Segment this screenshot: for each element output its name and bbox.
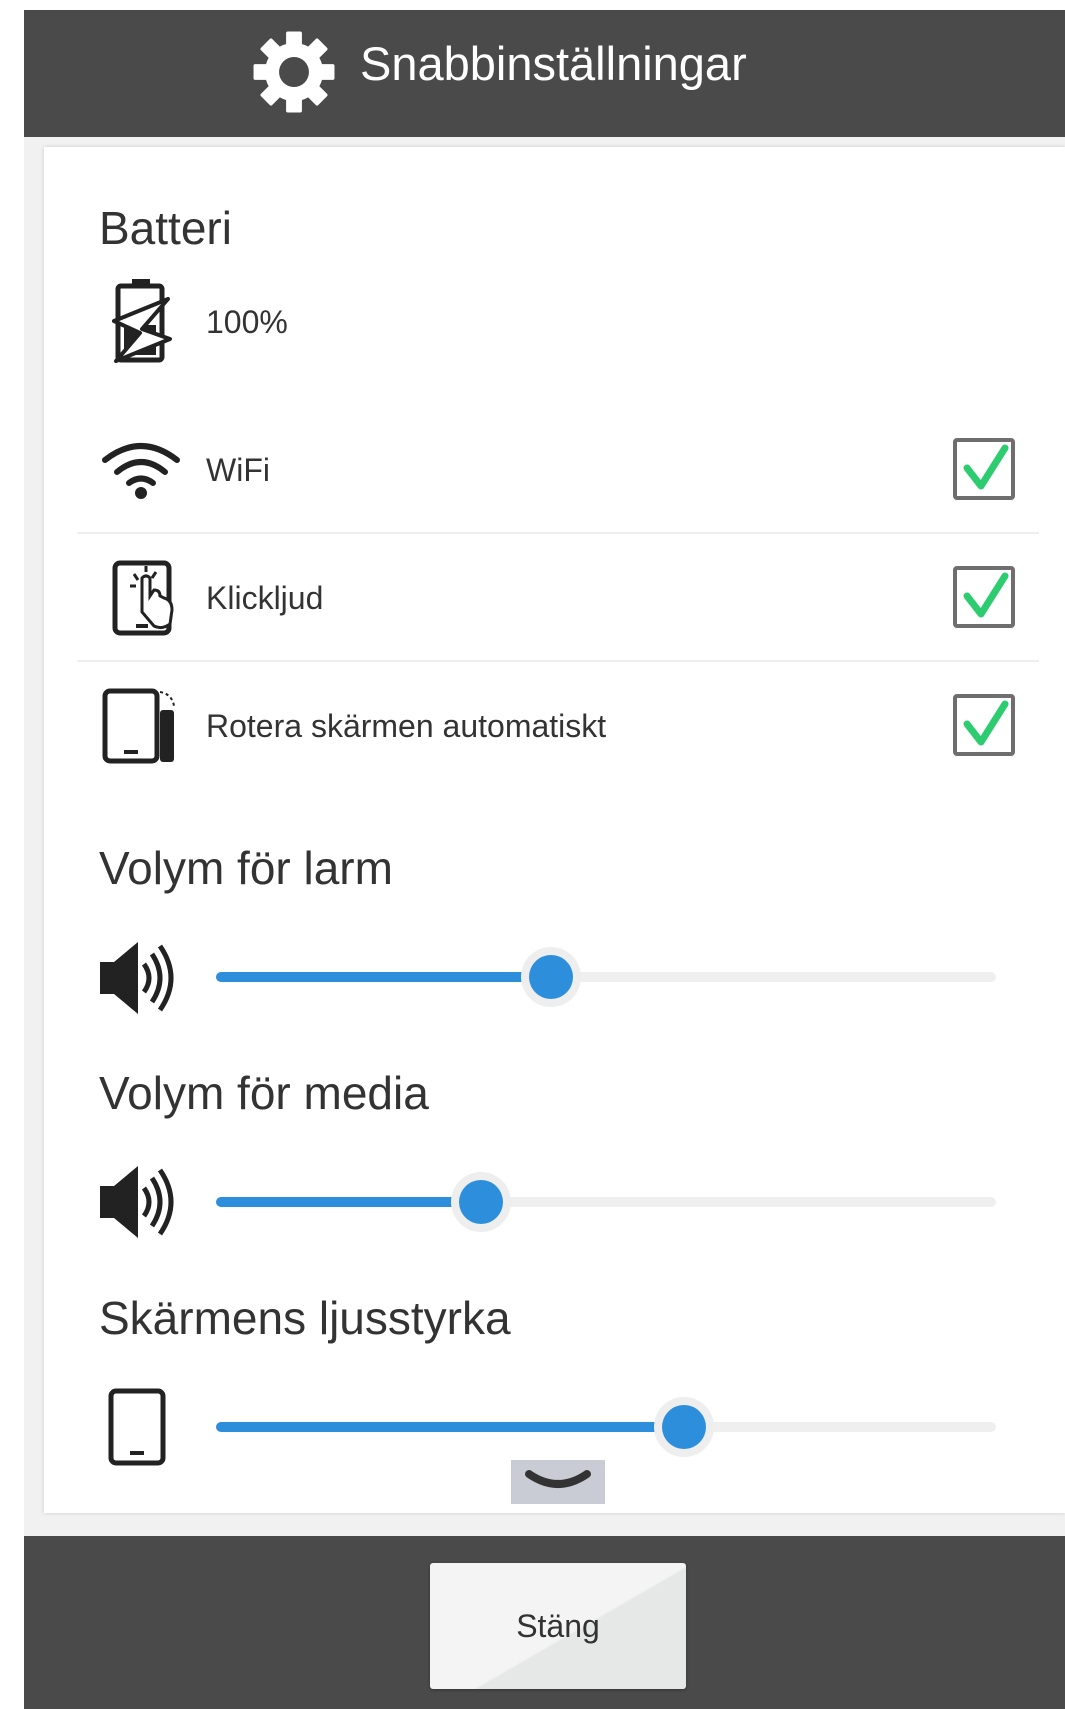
slider-thumb[interactable] [451,1172,511,1232]
rotate-screen-icon [102,688,175,764]
klickljud-checkbox[interactable] [953,566,1015,628]
close-button[interactable]: Stäng [430,1563,686,1689]
divider [77,532,1039,534]
tablet-touch-icon [112,560,174,636]
gear-icon [253,31,335,113]
battery-charging-icon [112,279,172,363]
toggle-label-klickljud: Klickljud [206,580,324,616]
slider-fill [216,972,551,982]
slider-fill [216,1197,481,1207]
battery-title: Batteri [99,202,232,254]
tablet-icon [108,1388,166,1466]
chevron-down-icon [525,1470,591,1488]
rotate-checkbox[interactable] [953,694,1015,756]
media-volume-title: Volym för media [99,1067,429,1119]
slider-thumb[interactable] [654,1397,714,1457]
toggle-label-rotate: Rotera skärmen automatiskt [206,708,607,744]
divider [77,660,1039,662]
speaker-icon [100,1166,174,1238]
checkmark-icon [963,572,1009,618]
speaker-icon [100,942,174,1014]
media-volume-slider[interactable] [216,1172,996,1232]
wifi-checkbox[interactable] [953,438,1015,500]
slider-thumb[interactable] [521,947,581,1007]
brightness-title: Skärmens ljusstyrka [99,1292,511,1344]
scroll-down-button[interactable] [511,1460,605,1504]
checkmark-icon [963,444,1009,490]
brightness-slider[interactable] [216,1397,996,1457]
toggle-label-wifi: WiFi [206,452,270,488]
alarm-volume-slider[interactable] [216,947,996,1007]
battery-level: 100% [206,304,288,340]
checkmark-icon [963,700,1009,746]
page-title: Snabbinställningar [360,37,747,90]
wifi-icon [102,443,180,499]
slider-fill [216,1422,684,1432]
alarm-volume-title: Volym för larm [99,842,393,894]
